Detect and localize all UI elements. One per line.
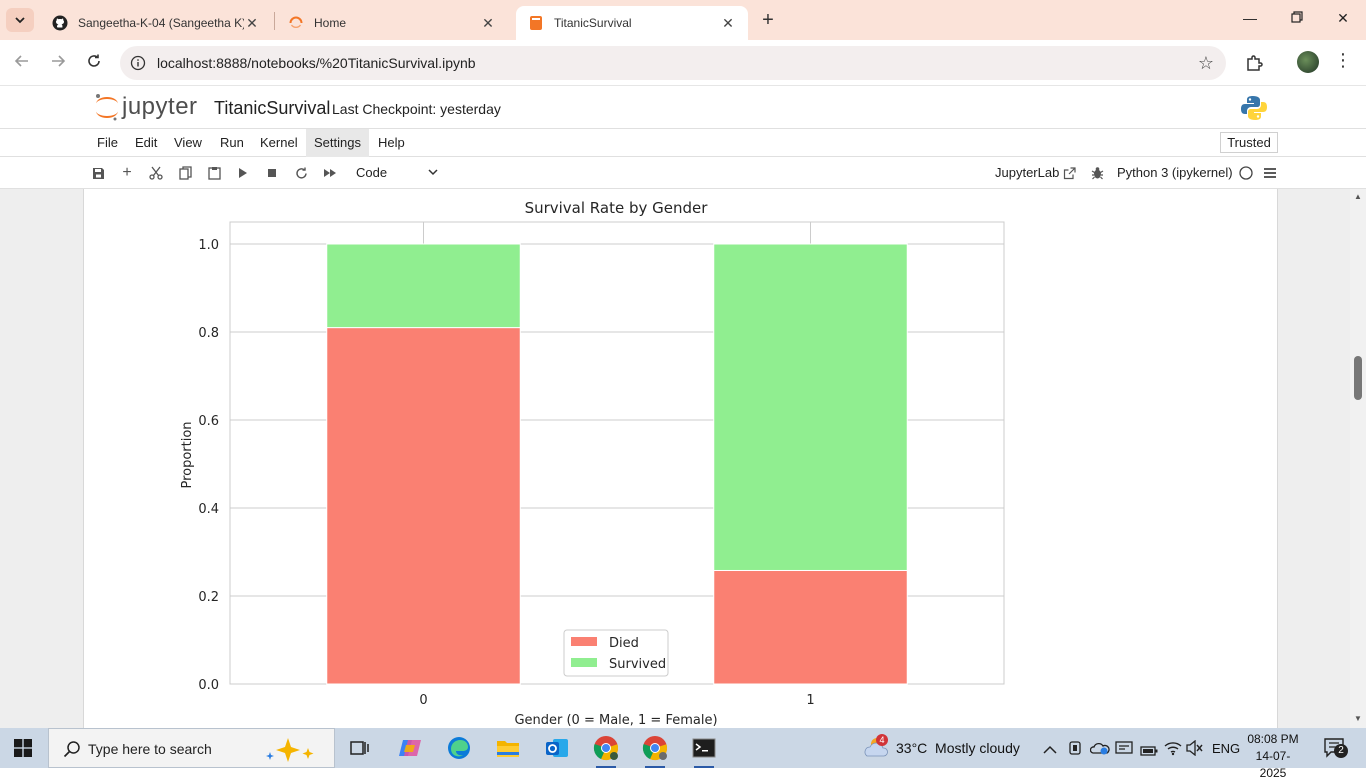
x-tick-label: 0 bbox=[419, 693, 427, 708]
legend-label-died: Died bbox=[609, 636, 639, 651]
clock[interactable]: 08:08 PM 14-07-2025 bbox=[1243, 731, 1303, 782]
y-tick-label: 0.4 bbox=[198, 502, 219, 517]
weather-text[interactable]: 33°C Mostly cloudy bbox=[896, 740, 1020, 756]
terminal-icon[interactable] bbox=[690, 734, 718, 768]
bar-survived-1 bbox=[713, 243, 908, 571]
bar-survived-0 bbox=[326, 243, 521, 329]
chrome-icon[interactable] bbox=[592, 734, 620, 768]
chevron-up-icon[interactable] bbox=[1043, 742, 1057, 760]
notification-count: 2 bbox=[1334, 744, 1348, 758]
taskbar-search[interactable]: Type here to search bbox=[48, 728, 335, 768]
chrome-profile-icon[interactable] bbox=[641, 734, 669, 768]
clock-time: 08:08 PM bbox=[1247, 732, 1299, 746]
volume-muted-icon[interactable] bbox=[1186, 739, 1204, 761]
copilot-sparkle-icon bbox=[264, 736, 324, 767]
bar-died-1 bbox=[713, 569, 908, 685]
y-tick-label: 0.8 bbox=[198, 326, 219, 341]
search-icon bbox=[63, 740, 81, 763]
x-tick-label: 1 bbox=[806, 693, 814, 708]
legend-swatch-died bbox=[571, 637, 597, 646]
search-placeholder: Type here to search bbox=[88, 741, 212, 757]
bar-died-0 bbox=[326, 327, 521, 685]
y-tick-label: 0.6 bbox=[198, 414, 219, 429]
chart-legend: Died Survived bbox=[563, 629, 669, 677]
copilot-icon[interactable] bbox=[396, 734, 424, 762]
chart-xlabel: Gender (0 = Male, 1 = Female) bbox=[514, 713, 717, 728]
display-icon[interactable] bbox=[1115, 741, 1133, 760]
legend-swatch-survived bbox=[571, 658, 597, 667]
weather-badge: 4 bbox=[876, 734, 888, 746]
y-tick-label: 0.0 bbox=[198, 678, 219, 693]
y-tick-label: 1.0 bbox=[198, 238, 219, 253]
outlook-icon[interactable] bbox=[543, 734, 571, 762]
language-indicator[interactable]: ENG bbox=[1212, 741, 1240, 756]
chart-title: Survival Rate by Gender bbox=[525, 199, 709, 217]
y-tick-label: 0.2 bbox=[198, 590, 219, 605]
edge-icon[interactable] bbox=[445, 734, 473, 762]
battery-icon[interactable] bbox=[1140, 743, 1158, 761]
clock-date: 14-07-2025 bbox=[1255, 749, 1291, 780]
file-explorer-icon[interactable] bbox=[494, 734, 522, 762]
wifi-icon[interactable] bbox=[1164, 740, 1182, 761]
legend-label-survived: Survived bbox=[609, 657, 666, 672]
meet-now-icon[interactable] bbox=[1068, 740, 1082, 761]
windows-taskbar: Type here to search 4 33°C Mostly cloudy bbox=[0, 728, 1366, 780]
onedrive-icon[interactable] bbox=[1089, 741, 1110, 760]
survival-chart: 0.0 0.2 0.4 0.6 0.8 1.0 0 1 Survival Rate by Ge… bbox=[180, 199, 1005, 728]
chart-ylabel: Proportion bbox=[180, 421, 195, 488]
task-view-icon[interactable] bbox=[346, 734, 374, 762]
windows-start-icon[interactable] bbox=[14, 739, 32, 762]
